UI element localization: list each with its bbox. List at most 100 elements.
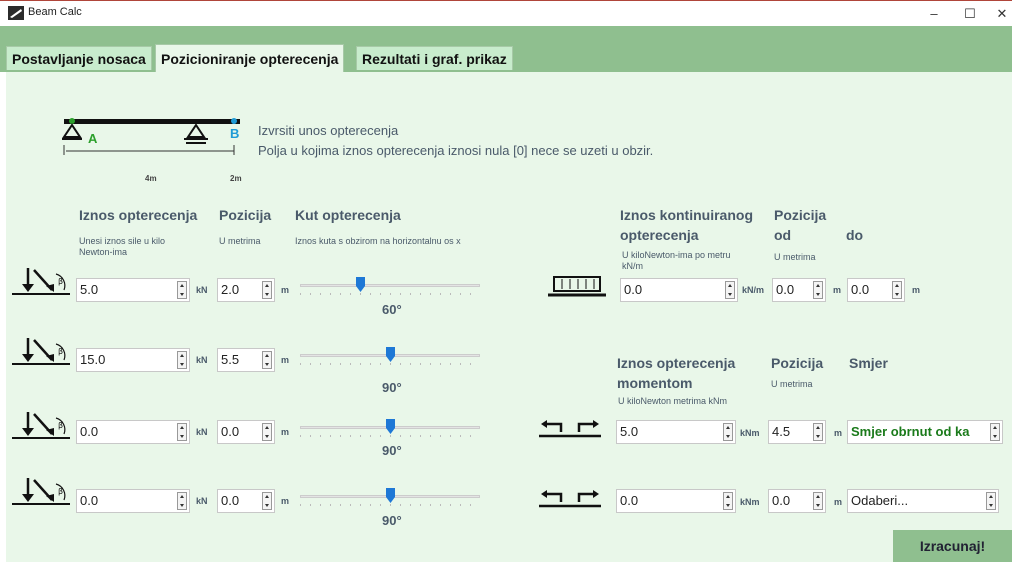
slider-ticks [300,435,480,437]
force-spinner-4[interactable] [177,492,187,510]
dim-right-label: 2m [230,174,242,183]
moment-amount-spinner-1[interactable] [723,423,733,441]
distributed-from-unit: m [833,285,842,295]
slider-thumb[interactable] [386,488,395,503]
moment-direction-spinner-1[interactable] [990,423,1000,441]
position-spinner-2[interactable] [262,351,272,369]
moment-position-spinner-2[interactable] [813,492,823,510]
distributed-amount-unit: kN/m [742,285,765,295]
slider-ticks [300,293,480,295]
angle-label-3: 90° [382,443,402,458]
moment-amount-input-1[interactable]: 5.0 [616,420,736,444]
position-input-3[interactable]: 0.0 [217,420,275,444]
force-input-4[interactable]: 0.0 [76,489,190,513]
maximize-button[interactable]: ☐ [954,3,986,25]
info-line-1: Izvrsiti unos opterecenja [258,123,399,138]
point-load-angle-icon: β [12,268,70,295]
minimize-button[interactable]: – [918,3,950,25]
force-unit-3: kN [196,427,208,437]
close-button[interactable]: ✕ [986,3,1012,25]
slider-thumb[interactable] [386,419,395,434]
position-input-2[interactable]: 5.5 [217,348,275,372]
moment-amount-spinner-2[interactable] [723,492,733,510]
moment-position-unit-1: m [834,428,843,438]
moment-position-value-1: 4.5 [772,424,791,439]
moment-position-spinner-1[interactable] [813,423,823,441]
angle-slider-3[interactable] [300,415,480,445]
distributed-to-value: 0.0 [851,282,870,297]
angle-slider-4[interactable] [300,484,480,514]
force-spinner-1[interactable] [177,281,187,299]
distributed-subheader: U kiloNewton-ima po metru kN/m [622,250,731,271]
position-spinner-3[interactable] [262,423,272,441]
angle-slider-1[interactable] [300,273,480,303]
distributed-header-2: opterecenja [620,227,699,243]
angle-header: Kut opterecenja [295,207,401,223]
app-icon [8,6,24,20]
moment-direction-spinner-2[interactable] [986,492,996,510]
svg-text:β: β [58,421,63,430]
force-input-1[interactable]: 5.0 [76,278,190,302]
distributed-amount-spinner[interactable] [725,281,735,299]
distributed-to-input[interactable]: 0.0 [847,278,905,302]
force-unit-4: kN [196,496,208,506]
slider-thumb[interactable] [386,347,395,362]
force-value-1: 5.0 [80,282,99,297]
distributed-amount-input[interactable]: 0.0 [620,278,738,302]
calculate-button[interactable]: Izracunaj! [893,530,1012,562]
force-spinner-2[interactable] [177,351,187,369]
force-value-2: 15.0 [80,352,106,367]
angle-slider-2[interactable] [300,343,480,373]
position-unit-4: m [281,496,290,506]
position-value-2: 5.5 [221,352,240,367]
position-unit-1: m [281,285,290,295]
slider-ticks [300,363,480,365]
force-subheader: Unesi iznos sile u kilo Newton-ima [79,236,166,257]
position-value-3: 0.0 [221,424,240,439]
force-input-2[interactable]: 15.0 [76,348,190,372]
moment-subheader: U kiloNewton metrima kNm [618,396,728,406]
moment-position-subheader: U metrima [771,379,813,389]
moment-load-icon [539,420,601,438]
moment-direction-select-2[interactable]: Odaberi... [847,489,999,513]
distributed-to-unit: m [912,285,921,295]
tab-rezultati[interactable]: Rezultati i graf. prikaz [356,46,513,70]
distributed-from-value: 0.0 [776,282,795,297]
force-input-3[interactable]: 0.0 [76,420,190,444]
tab-pozicioniranje-opterecenja[interactable]: Pozicioniranje opterecenja [155,44,345,72]
moment-amount-value-2: 0.0 [620,493,639,508]
angle-label-2: 90° [382,380,402,395]
position-subheader: U metrima [219,236,261,246]
position-unit-3: m [281,427,290,437]
svg-text:β: β [58,347,63,356]
force-unit-2: kN [196,355,208,365]
position-spinner-1[interactable] [262,281,272,299]
position-spinner-4[interactable] [262,492,272,510]
moment-position-input-2[interactable]: 0.0 [768,489,826,513]
angle-label-4: 90° [382,513,402,528]
slider-ticks [300,504,480,506]
position-input-4[interactable]: 0.0 [217,489,275,513]
moment-position-input-1[interactable]: 4.5 [768,420,826,444]
point-load-angle-icon: β [12,478,70,505]
window-title: Beam Calc [28,6,82,18]
position-input-1[interactable]: 2.0 [217,278,275,302]
distributed-position-header-1: Pozicija [774,207,827,223]
distributed-to-header: do [846,227,864,243]
force-value-3: 0.0 [80,424,99,439]
slider-thumb[interactable] [356,277,365,292]
moment-direction-header: Smjer [849,355,888,371]
force-spinner-3[interactable] [177,423,187,441]
distributed-from-spinner[interactable] [813,281,823,299]
moment-direction-select-1[interactable]: Smjer obrnut od ka [847,420,1003,444]
distributed-header-1: Iznos kontinuiranog [620,207,753,223]
point-load-angle-icon: β [12,412,70,439]
position-value-4: 0.0 [221,493,240,508]
support-b-label: B [230,126,240,141]
tab-postavljanje-nosaca[interactable]: Postavljanje nosaca [6,46,152,70]
distributed-from-input[interactable]: 0.0 [772,278,826,302]
distributed-to-spinner[interactable] [892,281,902,299]
title-bar: Beam Calc – ☐ ✕ [0,0,1012,26]
moment-amount-input-2[interactable]: 0.0 [616,489,736,513]
moment-amount-value-1: 5.0 [620,424,639,439]
